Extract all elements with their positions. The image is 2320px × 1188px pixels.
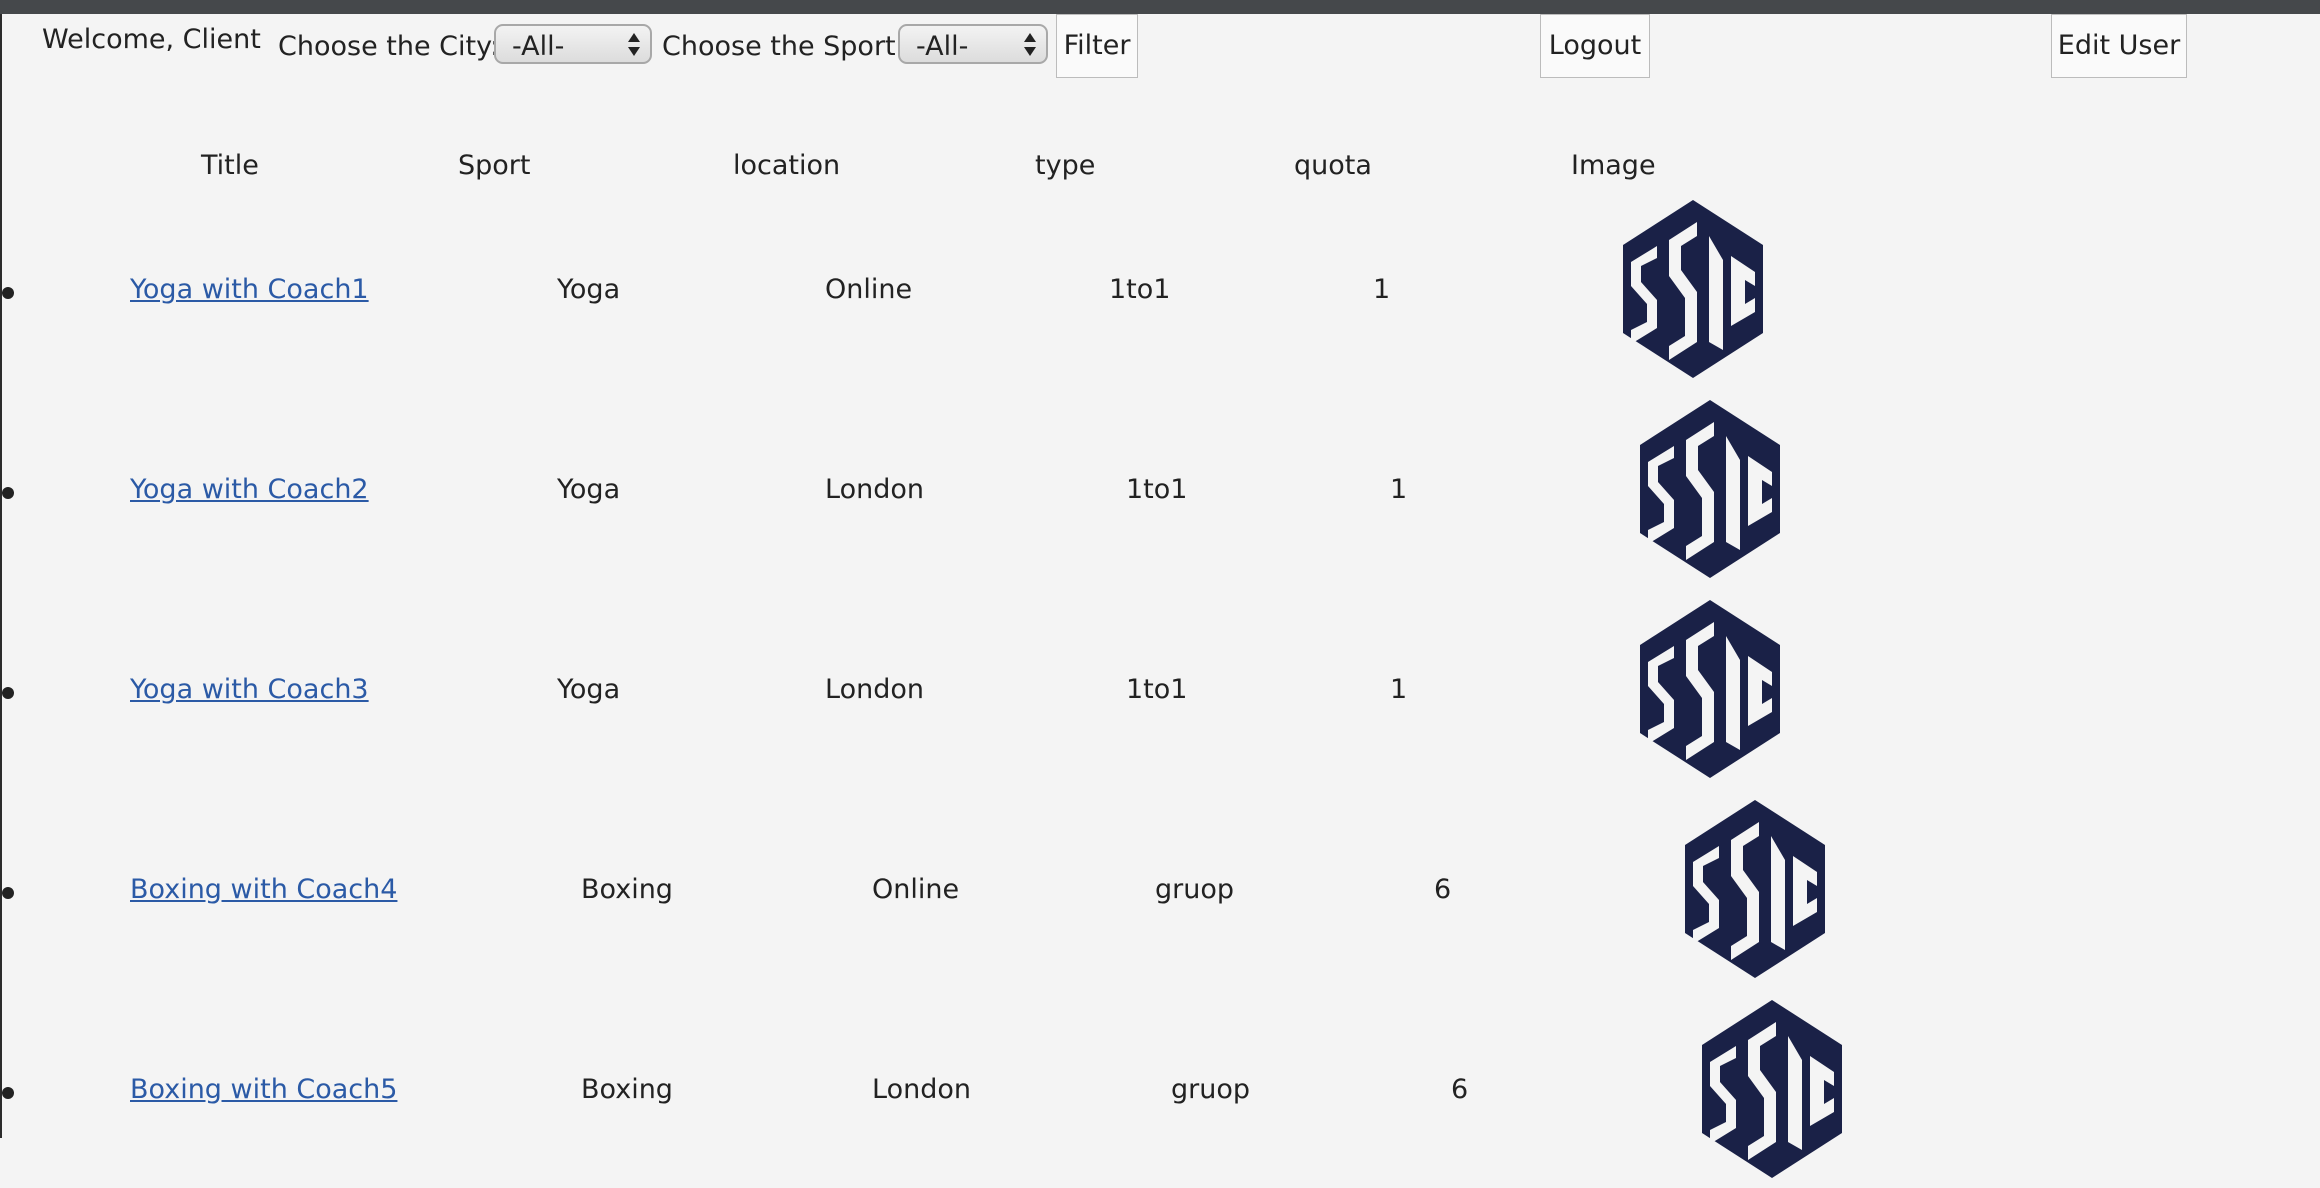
top-bar <box>0 0 2320 14</box>
bullet-icon <box>2 487 14 499</box>
bullet-icon <box>2 1087 14 1099</box>
type-cell: 1to1 <box>1126 674 1188 705</box>
edit-user-button[interactable]: Edit User <box>2051 14 2187 78</box>
quota-cell: 6 <box>1451 1074 1469 1105</box>
quota-cell: 1 <box>1390 674 1408 705</box>
welcome-text: Welcome, Client <box>42 24 261 55</box>
column-header-sport: Sport <box>458 150 531 181</box>
bullet-icon <box>2 887 14 899</box>
sport-cell: Boxing <box>581 1074 673 1105</box>
city-label: Choose the City: <box>278 31 500 62</box>
session-link[interactable]: Yoga with Coach3 <box>130 674 369 705</box>
bullet-icon <box>2 287 14 299</box>
list-item: Boxing with Coach5 Boxing London gruop 6 <box>0 988 2320 1188</box>
session-link[interactable]: Yoga with Coach2 <box>130 474 369 505</box>
ssc-logo-image <box>1702 1000 1842 1178</box>
location-cell: London <box>872 1074 971 1105</box>
quota-cell: 6 <box>1434 874 1452 905</box>
session-link[interactable]: Boxing with Coach4 <box>130 874 397 905</box>
session-link[interactable]: Yoga with Coach1 <box>130 274 369 305</box>
quota-cell: 1 <box>1390 474 1408 505</box>
sport-cell: Boxing <box>581 874 673 905</box>
city-select-value: -All- <box>512 31 565 62</box>
list-item: Boxing with Coach4 Boxing Online gruop 6 <box>0 788 2320 988</box>
location-cell: London <box>825 474 924 505</box>
list-item: Yoga with Coach3 Yoga London 1to1 1 <box>0 588 2320 788</box>
sport-cell: Yoga <box>557 274 621 305</box>
sport-select[interactable]: -All- <box>898 24 1048 64</box>
type-cell: 1to1 <box>1109 274 1171 305</box>
location-cell: Online <box>825 274 913 305</box>
column-header-image: Image <box>1571 150 1656 181</box>
ssc-logo-image <box>1640 400 1780 578</box>
location-cell: Online <box>872 874 960 905</box>
filter-button[interactable]: Filter <box>1056 14 1138 78</box>
type-cell: 1to1 <box>1126 474 1188 505</box>
quota-cell: 1 <box>1373 274 1391 305</box>
list-item: Yoga with Coach2 Yoga London 1to1 1 <box>0 388 2320 588</box>
sport-cell: Yoga <box>557 474 621 505</box>
session-link[interactable]: Boxing with Coach5 <box>130 1074 397 1105</box>
sport-select-value: -All- <box>916 31 969 62</box>
column-header-title: Title <box>201 150 259 181</box>
ssc-logo-image <box>1685 800 1825 978</box>
location-cell: London <box>825 674 924 705</box>
sport-cell: Yoga <box>557 674 621 705</box>
type-cell: gruop <box>1155 874 1235 905</box>
select-arrows-icon <box>628 31 640 59</box>
sport-label: Choose the Sport: <box>662 31 905 62</box>
ssc-logo-image <box>1623 200 1763 378</box>
type-cell: gruop <box>1171 1074 1251 1105</box>
ssc-logo-image <box>1640 600 1780 778</box>
list-item: Yoga with Coach1 Yoga Online 1to1 1 <box>0 188 2320 388</box>
logout-button[interactable]: Logout <box>1540 14 1650 78</box>
column-header-location: location <box>733 150 841 181</box>
select-arrows-icon <box>1024 31 1036 59</box>
column-header-type: type <box>1035 150 1096 181</box>
bullet-icon <box>2 687 14 699</box>
column-header-quota: quota <box>1294 150 1372 181</box>
city-select[interactable]: -All- <box>494 24 652 64</box>
